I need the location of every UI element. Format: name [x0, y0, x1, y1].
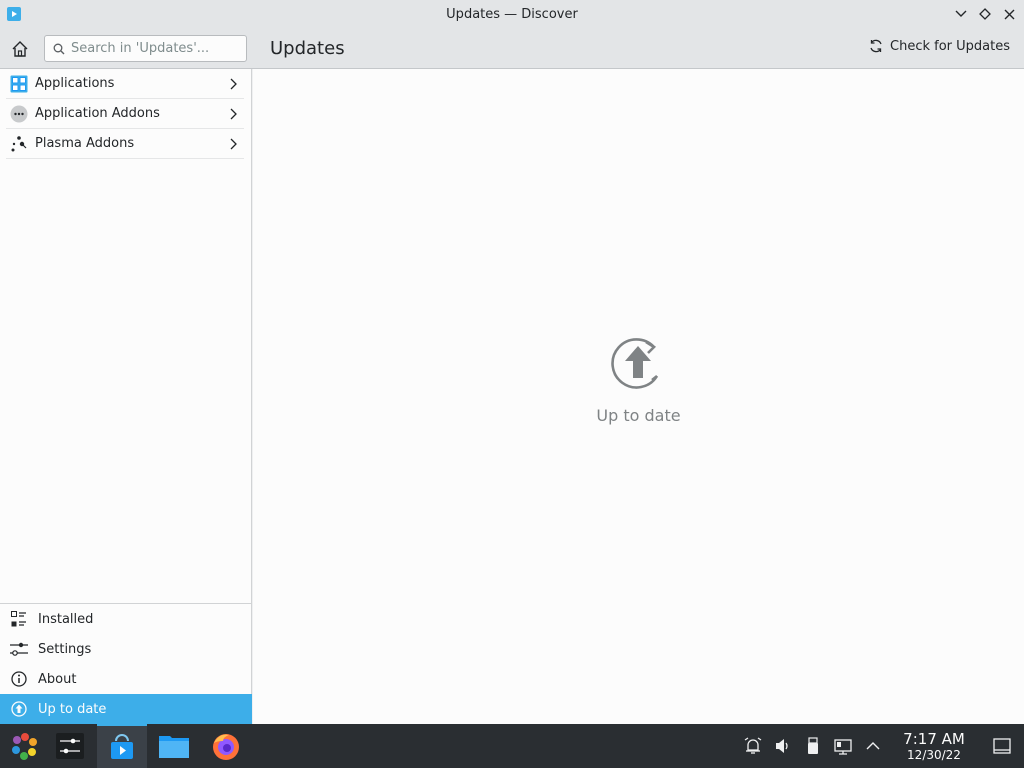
- search-input[interactable]: [71, 41, 241, 56]
- sidebar-item-installed[interactable]: Installed: [0, 604, 252, 634]
- folder-icon: [159, 736, 189, 758]
- search-box[interactable]: [44, 35, 247, 62]
- digital-clock[interactable]: 7:17 AM 12/30/22: [894, 729, 974, 762]
- chevron-right-icon: [227, 137, 241, 151]
- window-title: Updates — Discover: [446, 7, 578, 22]
- firefox-icon: [213, 734, 239, 760]
- chevron-up-icon: [866, 742, 880, 750]
- installed-icon: [10, 610, 28, 628]
- check-for-updates-label: Check for Updates: [890, 38, 1010, 54]
- clock-time: 7:17 AM: [903, 729, 965, 748]
- home-icon: [12, 41, 28, 57]
- sidebar-item-label: Applications: [35, 76, 115, 91]
- close-button[interactable]: [1000, 5, 1018, 23]
- system-tray: 7:17 AM 12/30/22: [738, 724, 1024, 768]
- title-bar: Updates — Discover: [0, 0, 1024, 29]
- close-icon: [1004, 9, 1014, 19]
- task-firefox[interactable]: [201, 724, 251, 768]
- sidebar-item-settings[interactable]: Settings: [0, 634, 252, 664]
- status-message: Up to date: [596, 406, 681, 425]
- sidebar-item-updates[interactable]: Up to date: [0, 694, 252, 724]
- task-file-manager[interactable]: [149, 724, 199, 768]
- discover-icon: [111, 734, 133, 759]
- sidebar: Applications Application Addons Plasma A…: [0, 69, 252, 724]
- discover-app-icon: [7, 7, 21, 21]
- addons-icon: [9, 104, 29, 124]
- show-hidden-icons-button[interactable]: [858, 724, 888, 768]
- up-to-date-icon: [611, 338, 659, 389]
- check-for-updates-button[interactable]: Check for Updates: [868, 38, 1010, 54]
- usb-drive-icon: [808, 737, 818, 754]
- sidebar-item-about[interactable]: About: [0, 664, 252, 694]
- alarm-icon: [744, 737, 762, 754]
- sidebar-item-plasma-addons[interactable]: Plasma Addons: [6, 129, 244, 159]
- diamond-icon: [979, 8, 991, 20]
- sidebar-bottom-nav: Installed Settings About Up to date: [0, 603, 252, 724]
- plasma-icon: [9, 134, 29, 154]
- home-button[interactable]: [9, 38, 31, 60]
- application-launcher[interactable]: [0, 724, 50, 768]
- desktop-icon: [993, 738, 1011, 754]
- chevron-down-icon: [955, 10, 967, 17]
- network-icon: [834, 739, 852, 755]
- update-icon: [10, 700, 28, 718]
- removable-devices-button[interactable]: [798, 724, 828, 768]
- page-title: Updates: [270, 38, 345, 59]
- search-icon: [53, 43, 65, 54]
- settings-icon: [10, 640, 28, 658]
- sidebar-item-label: Installed: [38, 611, 94, 627]
- sidebar-item-label: Settings: [38, 641, 92, 657]
- main-content: Up to date: [253, 69, 1024, 724]
- system-settings-icon: [56, 733, 84, 759]
- refresh-icon: [870, 39, 882, 53]
- volume-button[interactable]: [768, 724, 798, 768]
- sidebar-item-application-addons[interactable]: Application Addons: [6, 99, 244, 129]
- sidebar-item-label: Plasma Addons: [35, 136, 135, 151]
- chevron-right-icon: [227, 77, 241, 91]
- maximize-button[interactable]: [976, 5, 994, 23]
- sidebar-item-label: Up to date: [38, 701, 107, 717]
- header-toolbar: Updates Check for Updates: [0, 29, 1024, 69]
- launcher-icon: [12, 733, 37, 760]
- chevron-right-icon: [227, 107, 241, 121]
- notifications-button[interactable]: [738, 724, 768, 768]
- info-icon: [10, 670, 28, 688]
- applications-icon: [9, 74, 29, 94]
- task-discover[interactable]: [97, 724, 147, 768]
- minimize-button[interactable]: [952, 5, 970, 23]
- sidebar-item-label: About: [38, 671, 77, 687]
- show-desktop-button[interactable]: [980, 724, 1024, 768]
- volume-icon: [776, 739, 788, 753]
- sidebar-item-label: Application Addons: [35, 106, 160, 121]
- sidebar-item-applications[interactable]: Applications: [6, 69, 244, 99]
- taskbar: 7:17 AM 12/30/22: [0, 724, 1024, 768]
- task-system-settings[interactable]: [45, 724, 95, 768]
- network-button[interactable]: [828, 724, 858, 768]
- clock-date: 12/30/22: [907, 747, 961, 762]
